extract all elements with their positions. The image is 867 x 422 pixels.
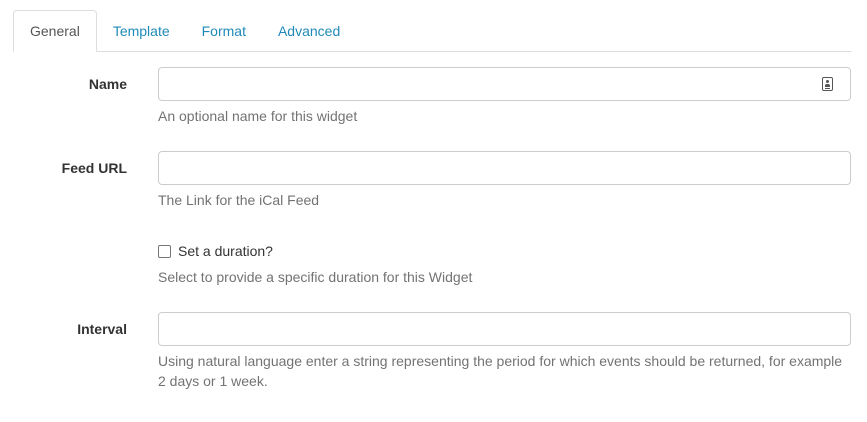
contact-card-icon[interactable] [822, 77, 833, 91]
feed-url-help-text: The Link for the iCal Feed [158, 192, 320, 208]
name-input[interactable] [158, 67, 851, 101]
widget-settings-form: General Template Format Advanced Name An… [0, 0, 867, 422]
interval-label: Interval [77, 321, 127, 337]
duration-checkbox-label[interactable]: Set a duration? [178, 243, 273, 259]
tab-format[interactable]: Format [186, 11, 262, 51]
name-label: Name [88, 76, 127, 92]
name-help-text: An optional name for this widget [158, 108, 358, 124]
interval-help-text: Using natural language enter a string re… [158, 353, 843, 389]
feed-url-label: Feed URL [61, 160, 127, 176]
feed-url-input[interactable] [158, 151, 851, 185]
tab-advanced[interactable]: Advanced [262, 11, 356, 51]
tab-template[interactable]: Template [97, 11, 186, 51]
tab-general[interactable]: General [13, 10, 97, 52]
tab-bar: General Template Format Advanced [13, 10, 851, 52]
interval-input[interactable] [158, 312, 851, 346]
duration-checkbox[interactable] [158, 244, 171, 258]
duration-checkbox-row: Set a duration? [158, 243, 273, 259]
duration-help-text: Select to provide a specific duration fo… [158, 269, 473, 285]
